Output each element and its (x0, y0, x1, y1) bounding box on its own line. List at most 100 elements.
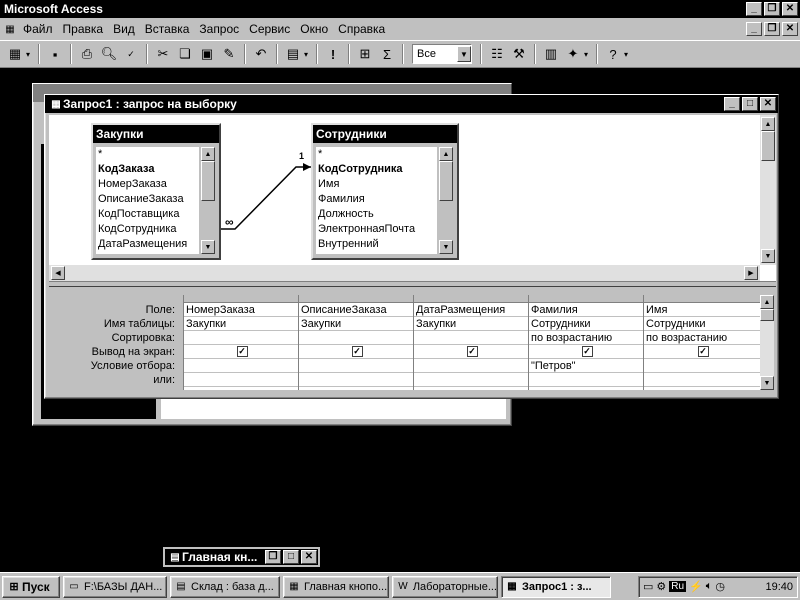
column-selector[interactable] (644, 295, 760, 303)
totals-icon[interactable]: Σ (376, 43, 398, 65)
show-checkbox[interactable]: ✓ (697, 346, 709, 357)
close-icon[interactable]: ✕ (301, 550, 317, 564)
properties-icon[interactable]: ☷ (486, 43, 508, 65)
grid-column[interactable]: ДатаРазмещения Закупки ✓ (414, 295, 529, 390)
show-table-icon[interactable]: ⊞ (354, 43, 376, 65)
query-window[interactable]: ▦ Запрос1 : запрос на выборку _ □ ✕ Заку… (44, 94, 779, 399)
clock-tray-icon[interactable]: ◷ (715, 580, 725, 593)
menu-edit[interactable]: Правка (58, 22, 109, 36)
grid-cell-criteria[interactable] (414, 359, 528, 373)
undo-icon[interactable]: ↶ (250, 43, 272, 65)
antivirus-icon[interactable]: ⚡ (689, 580, 703, 593)
grid-cell-sort[interactable] (184, 331, 298, 345)
grid-cell-field[interactable]: НомерЗаказа (184, 303, 298, 317)
save-icon[interactable]: ▪ (44, 43, 66, 65)
format-painter-icon[interactable]: ✎ (218, 43, 240, 65)
new-object-dropdown-icon[interactable]: ▾ (584, 50, 592, 59)
grid-cell-table[interactable]: Сотрудники (644, 317, 760, 331)
table-design-area[interactable]: Закупки * КодЗаказа НомерЗаказа Описание… (49, 115, 776, 281)
print-icon[interactable]: ⎙ (76, 43, 98, 65)
column-selector[interactable] (184, 295, 298, 303)
grid-cell-or[interactable] (414, 373, 528, 387)
restore-icon[interactable]: ❐ (764, 2, 780, 16)
grid-cell-table[interactable]: Сотрудники (529, 317, 643, 331)
spelling-icon[interactable]: ✓ (120, 43, 142, 65)
task-button[interactable]: ▦ Главная кнопо... (283, 575, 389, 598)
doc-close-icon[interactable]: ✕ (782, 22, 798, 36)
grid-cell-field[interactable]: Фамилия (529, 303, 643, 317)
menu-insert[interactable]: Вставка (140, 22, 195, 36)
grid-column[interactable]: Имя Сотрудники по возрастанию ✓ (644, 295, 760, 390)
top-values-combo[interactable]: Все ▼ (412, 44, 472, 64)
new-object-icon[interactable]: ✦ (562, 43, 584, 65)
close-icon[interactable]: ✕ (782, 2, 798, 16)
task-button[interactable]: ▭ F:\БАЗЫ ДАН... (63, 575, 167, 598)
show-checkbox[interactable]: ✓ (236, 346, 248, 357)
grid-cell-or[interactable] (184, 373, 298, 387)
grid-cell-field[interactable]: ОписаниеЗаказа (299, 303, 413, 317)
grid-cell-criteria[interactable] (299, 359, 413, 373)
help-icon[interactable]: ? (602, 43, 624, 65)
help-dropdown-icon[interactable]: ▾ (624, 50, 632, 59)
scroll-right-icon[interactable]: ▶ (744, 266, 758, 280)
restore-icon[interactable]: ❐ (265, 550, 281, 564)
scroll-thumb[interactable] (760, 309, 774, 321)
show-checkbox[interactable]: ✓ (351, 346, 363, 357)
doc-restore-icon[interactable]: ❐ (764, 22, 780, 36)
language-indicator[interactable]: Ru (669, 581, 687, 592)
scroll-down-icon[interactable]: ▼ (761, 249, 775, 263)
database-window-icon[interactable]: ▥ (540, 43, 562, 65)
build-icon[interactable]: ⚒ (508, 43, 530, 65)
grid-cell-sort[interactable]: по возрастанию (644, 331, 760, 345)
close-icon[interactable]: ✕ (760, 97, 776, 111)
task-button-active[interactable]: ▦ Запрос1 : з... (501, 575, 611, 598)
start-button[interactable]: ⊞ Пуск (2, 575, 60, 598)
minimize-icon[interactable]: _ (724, 97, 740, 111)
doc-minimize-icon[interactable]: _ (746, 22, 762, 36)
maximize-icon[interactable]: □ (742, 97, 758, 111)
scroll-up-icon[interactable]: ▲ (761, 117, 775, 131)
task-button[interactable]: W Лабораторные... (392, 575, 498, 598)
grid-cell-table[interactable]: Закупки (299, 317, 413, 331)
task-button[interactable]: ▤ Склад : база д... (170, 575, 280, 598)
network-icon[interactable]: ⚙ (656, 580, 666, 593)
grid-cell-criteria[interactable] (184, 359, 298, 373)
volume-icon[interactable]: 🔈︎ (706, 580, 713, 593)
app-title-bar[interactable]: Microsoft Access _ ❐ ✕ (0, 0, 800, 18)
show-checkbox[interactable]: ✓ (466, 346, 478, 357)
column-selector[interactable] (529, 295, 643, 303)
grid-cell-criteria[interactable] (644, 359, 760, 373)
scroll-down-icon[interactable]: ▼ (760, 376, 774, 390)
datasheet-view-icon[interactable]: ▦ (4, 43, 26, 65)
menu-view[interactable]: Вид (108, 22, 140, 36)
scroll-up-icon[interactable]: ▲ (760, 295, 774, 309)
grid-cell-field[interactable]: ДатаРазмещения (414, 303, 528, 317)
menu-window[interactable]: Окно (295, 22, 333, 36)
grid-column[interactable]: НомерЗаказа Закупки ✓ (184, 295, 299, 390)
grid-column[interactable]: Фамилия Сотрудники по возрастанию ✓ "Петров" (529, 295, 644, 390)
grid-vertical-scrollbar[interactable]: ▲ ▼ (760, 295, 774, 390)
paste-icon[interactable]: ▣ (196, 43, 218, 65)
minimize-icon[interactable]: _ (746, 2, 762, 16)
grid-cell-table[interactable]: Закупки (184, 317, 298, 331)
query-doc-icon[interactable]: ▦ (2, 21, 18, 37)
run-icon[interactable]: ! (322, 43, 344, 65)
grid-cell-criteria[interactable]: "Петров" (529, 359, 643, 373)
menu-query[interactable]: Запрос (194, 22, 244, 36)
print-preview-icon[interactable]: 🔍︎ (98, 43, 120, 65)
relationship-line[interactable] (49, 115, 749, 265)
grid-cell-or[interactable] (529, 373, 643, 387)
menu-help[interactable]: Справка (333, 22, 390, 36)
minimized-window[interactable]: ▤ Главная кн... ❐ □ ✕ (163, 547, 320, 567)
menu-file[interactable]: Файл (18, 22, 58, 36)
design-vertical-scrollbar[interactable]: ▲ ▼ (760, 115, 776, 265)
query-window-title-bar[interactable]: ▦ Запрос1 : запрос на выборку _ □ ✕ (45, 95, 778, 113)
grid-column[interactable]: ОписаниеЗаказа Закупки ✓ (299, 295, 414, 390)
grid-cell-table[interactable]: Закупки (414, 317, 528, 331)
combo-arrow-icon[interactable]: ▼ (457, 46, 471, 62)
grid-cell-or[interactable] (299, 373, 413, 387)
clock[interactable]: 19:40 (765, 581, 793, 593)
monitor-icon[interactable]: ▭ (643, 580, 653, 593)
grid-cell-sort[interactable] (414, 331, 528, 345)
grid-cell-sort[interactable]: по возрастанию (529, 331, 643, 345)
